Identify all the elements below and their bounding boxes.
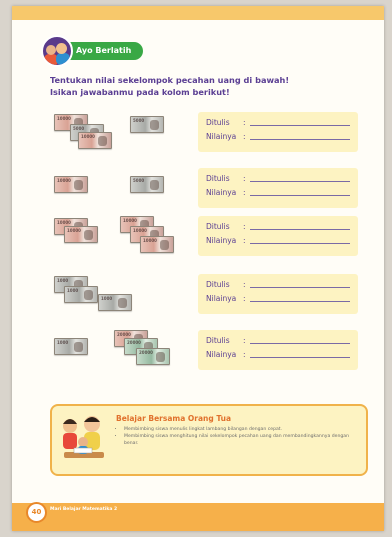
- children-illustration-icon: [41, 35, 73, 67]
- banknote-icon: 1000: [64, 286, 98, 303]
- ditulis-field[interactable]: Ditulis:: [206, 222, 350, 231]
- answer-box-3: Ditulis: Nilainya:: [198, 216, 358, 256]
- nilainya-field[interactable]: Nilainya:: [206, 350, 350, 359]
- banknote-icon: 10000: [140, 236, 174, 253]
- banknote-icon: 10000: [54, 176, 88, 193]
- parent-box-title: Belajar Bersama Orang Tua: [116, 414, 232, 423]
- answer-box-5: Ditulis: Nilainya:: [198, 330, 358, 370]
- top-band: [12, 6, 384, 20]
- parent-box-bullets: Membimbing siswa menulis lingkat lambang…: [116, 426, 364, 447]
- ditulis-field[interactable]: Ditulis:: [206, 280, 350, 289]
- exercise-row-4: 1000 1000 1000 Ditulis: Nilainya:: [50, 274, 370, 314]
- nilainya-field[interactable]: Nilainya:: [206, 236, 350, 245]
- worksheet-page: Ayo Berlatih Tentukan nilai sekelompok p…: [12, 6, 384, 531]
- nilainya-field[interactable]: Nilainya:: [206, 188, 350, 197]
- ditulis-field[interactable]: Ditulis:: [206, 174, 350, 183]
- banknote-group-1: 10000 5000 10000 5000: [50, 112, 195, 152]
- banknote-group-4: 1000 1000 1000: [50, 274, 195, 314]
- page-number: 40: [26, 502, 47, 523]
- section-title: Ayo Berlatih: [76, 46, 132, 55]
- answer-box-1: Ditulis: Nilainya:: [198, 112, 358, 152]
- exercise-row-5: 1000 20000 20000 20000 Ditulis: Nilainya…: [50, 330, 370, 370]
- book-title-footer: Mari Belajar Matematika 2: [50, 507, 118, 512]
- banknote-icon: 5000: [130, 176, 164, 193]
- parent-bullet-2: Membimbing siswa menghitung nilai sekelo…: [124, 433, 364, 447]
- exercise-row-3: 10000 10000 10000 10000 10000 Ditulis: N…: [50, 216, 370, 256]
- exercise-row-2: 10000 5000 Ditulis: Nilainya:: [50, 168, 370, 208]
- family-illustration-icon: [63, 416, 104, 458]
- banknote-group-3: 10000 10000 10000 10000 10000: [50, 216, 195, 256]
- parent-learning-box: Belajar Bersama Orang Tua Membimbing sis…: [50, 404, 368, 476]
- banknote-icon: 5000: [130, 116, 164, 133]
- exercise-row-1: 10000 5000 10000 5000 Ditulis: Nilainya:: [50, 112, 370, 152]
- answer-box-2: Ditulis: Nilainya:: [198, 168, 358, 208]
- parent-bullet-1: Membimbing siswa menulis lingkat lambang…: [124, 426, 364, 433]
- banknote-group-2: 10000 5000: [50, 168, 195, 208]
- instruction-line-1: Tentukan nilai sekelompok pecahan uang d…: [50, 75, 290, 85]
- ditulis-field[interactable]: Ditulis:: [206, 336, 350, 345]
- banknote-icon: 20000: [136, 348, 170, 365]
- banknote-icon: 1000: [98, 294, 132, 311]
- banknote-icon: 10000: [64, 226, 98, 243]
- instruction-text: Tentukan nilai sekelompok pecahan uang d…: [50, 74, 370, 98]
- ditulis-field[interactable]: Ditulis:: [206, 118, 350, 127]
- answer-box-4: Ditulis: Nilainya:: [198, 274, 358, 314]
- nilainya-field[interactable]: Nilainya:: [206, 132, 350, 141]
- banknote-icon: 1000: [54, 338, 88, 355]
- banknote-group-5: 1000 20000 20000 20000: [50, 330, 195, 370]
- banknote-icon: 10000: [78, 132, 112, 149]
- instruction-line-2: Isikan jawabanmu pada kolom berikut!: [50, 87, 230, 97]
- nilainya-field[interactable]: Nilainya:: [206, 294, 350, 303]
